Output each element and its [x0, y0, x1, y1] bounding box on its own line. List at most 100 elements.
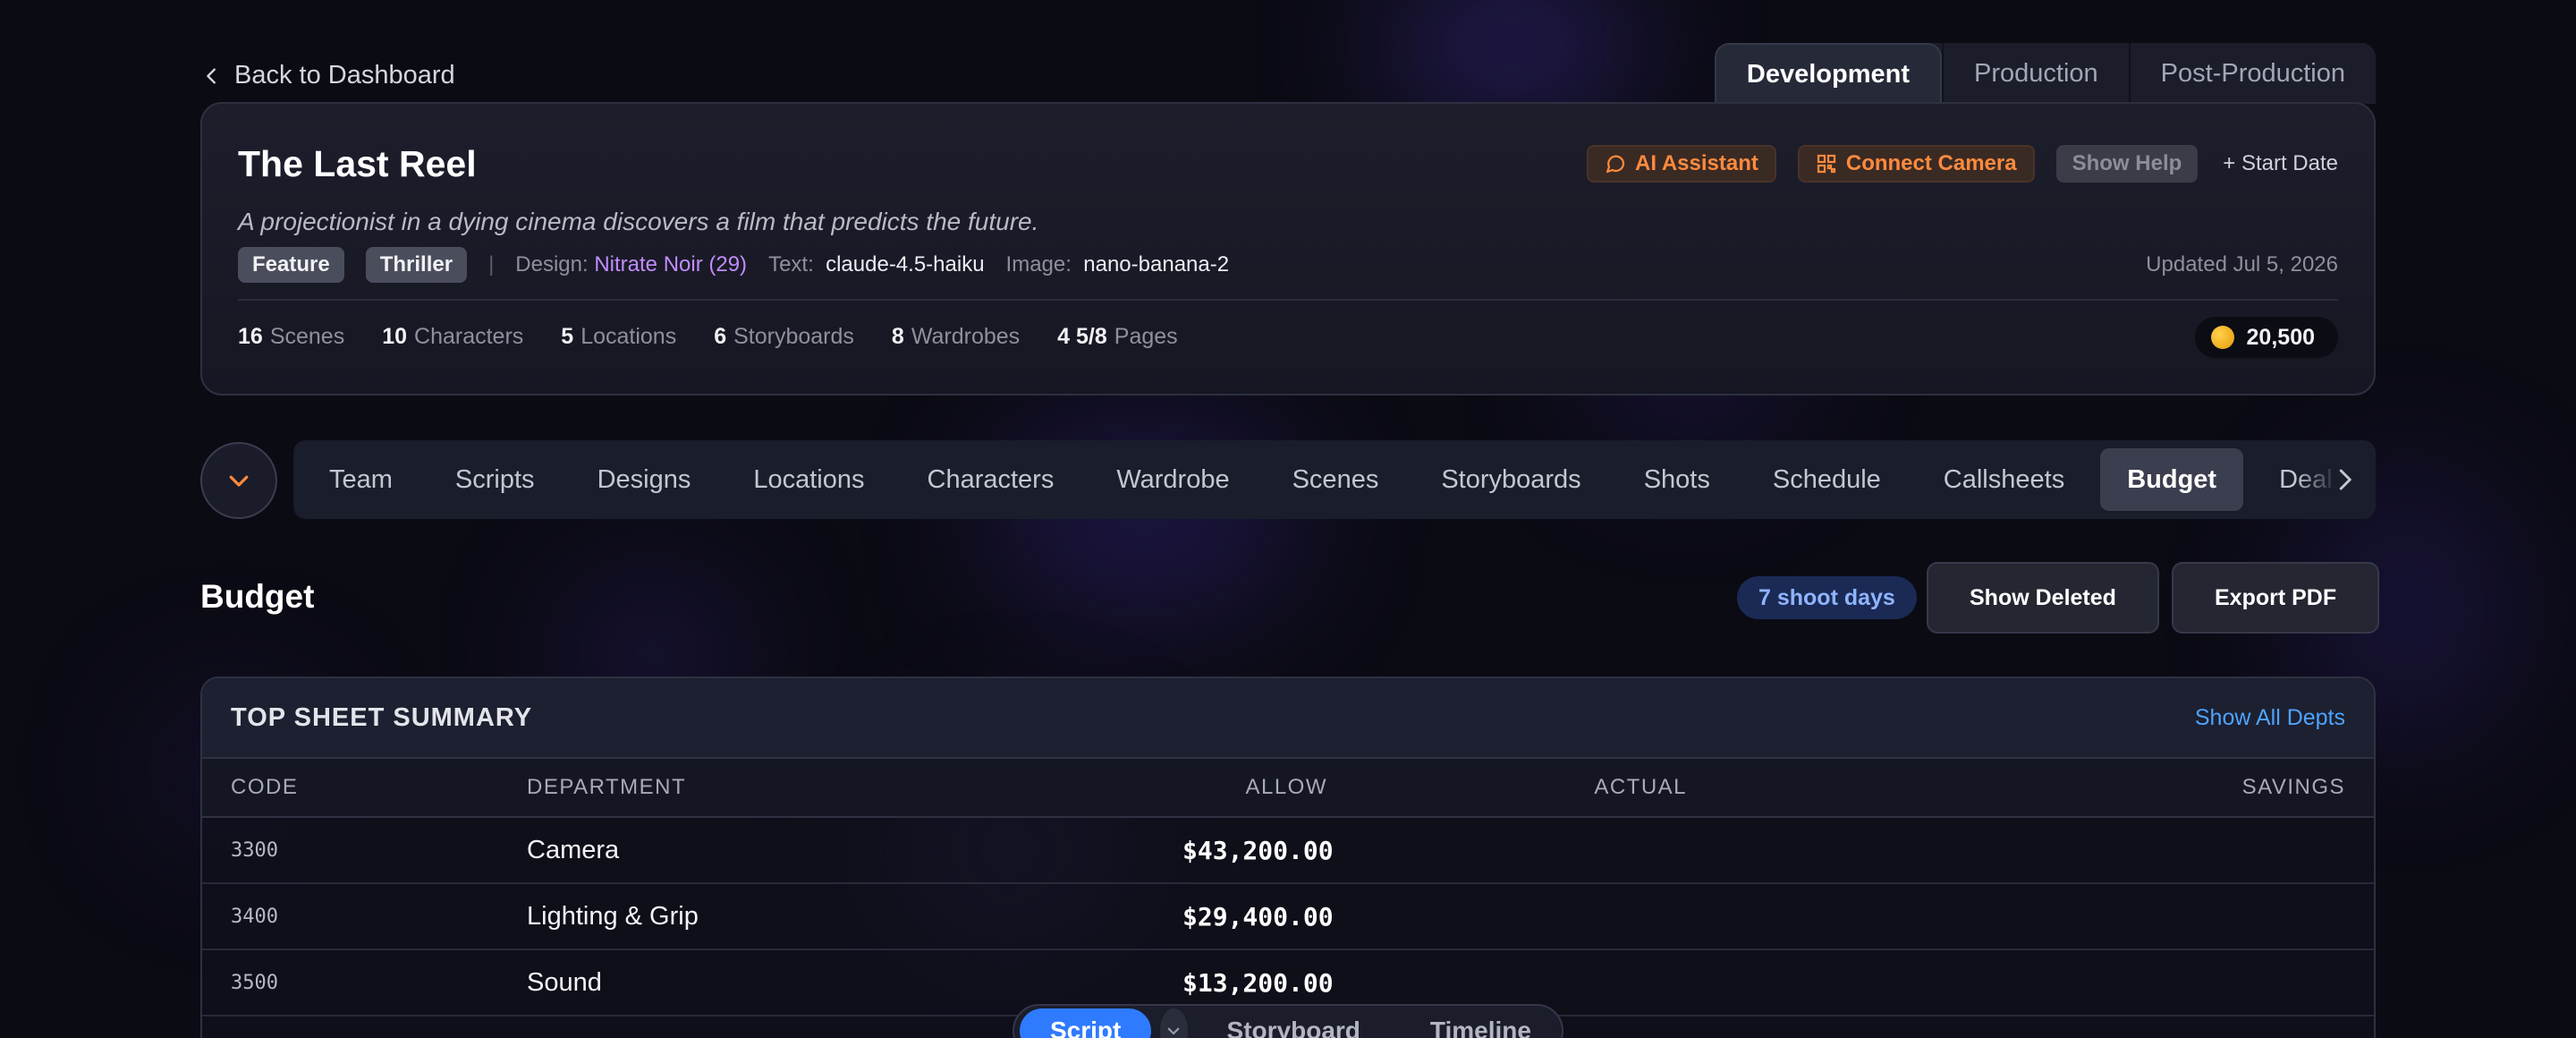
image-model-label: Image: [1005, 252, 1072, 277]
stat-pages-label: Pages [1114, 324, 1178, 349]
view-switcher: Script Storyboard Timeline [1013, 1004, 1563, 1038]
row-code: 3500 [231, 971, 278, 994]
col-code[interactable]: CODE [231, 775, 527, 800]
qr-code-icon [1817, 154, 1835, 174]
design-label: Design: [515, 252, 589, 277]
nav-wardrobe[interactable]: Wardrobe [1089, 448, 1256, 511]
nav-team[interactable]: Team [302, 448, 419, 511]
coin-icon [2210, 326, 2234, 349]
stat-characters-label: Characters [414, 324, 524, 349]
nav-budget[interactable]: Budget [2100, 448, 2244, 511]
project-stats: 16 Scenes 10 Characters 5 Locations 6 Storyb… [238, 324, 1178, 350]
col-department[interactable]: DEPARTMENT [527, 775, 1182, 800]
stat-scenes: 16 Scenes [238, 324, 344, 350]
row-allow: $29,400.00 [1182, 901, 1334, 932]
show-all-depts-link[interactable]: Show All Depts [2195, 705, 2345, 731]
top-sheet-summary: TOP SHEET SUMMARY Show All Depts CODE DE… [200, 676, 2376, 1038]
nav-locations[interactable]: Locations [726, 448, 891, 511]
collapse-nav-button[interactable] [200, 442, 277, 519]
image-model-info: Image: nano-banana-2 [1006, 252, 1230, 277]
stat-locations-value: 5 [561, 324, 574, 349]
tab-post-production[interactable]: Post-Production [2128, 43, 2376, 104]
credits-badge[interactable]: 20,500 [2194, 317, 2338, 358]
nav-storyboards[interactable]: Storyboards [1414, 448, 1607, 511]
start-date-button[interactable]: + Start Date [2223, 151, 2338, 176]
stat-storyboards-label: Storyboards [733, 324, 854, 349]
project-actions: AI Assistant Connect Camera Show Help + … [1587, 145, 2338, 183]
stat-pages: 4 5/8 Pages [1057, 324, 1178, 350]
show-deleted-button[interactable]: Show Deleted [1927, 562, 2159, 634]
row-code: 3300 [231, 838, 278, 862]
updated-date: Updated Jul 5, 2026 [2146, 252, 2338, 277]
chat-bubble-icon [1606, 155, 1625, 174]
stat-locations: 5 Locations [561, 324, 676, 350]
view-script-button[interactable]: Script [1020, 1008, 1152, 1038]
stat-pages-value: 4 5/8 [1057, 324, 1107, 349]
nav-designs[interactable]: Designs [571, 448, 718, 511]
row-allow: $43,200.00 [1182, 835, 1334, 865]
connect-camera-button[interactable]: Connect Camera [1797, 145, 2035, 183]
stat-scenes-label: Scenes [269, 324, 345, 349]
stat-wardrobes-label: Wardrobes [911, 324, 1021, 349]
card-divider [238, 299, 2338, 301]
col-allow[interactable]: ALLOW [1182, 775, 1327, 800]
chevron-right-icon [2339, 469, 2351, 490]
nav-characters[interactable]: Characters [901, 448, 1081, 511]
ai-assistant-label: AI Assistant [1635, 151, 1758, 175]
design-value: Nitrate Noir (29) [594, 252, 748, 277]
stat-storyboards-value: 6 [714, 324, 727, 349]
nav-schedule[interactable]: Schedule [1746, 448, 1908, 511]
table-row[interactable]: 3300 Camera $43,200.00 [202, 818, 2374, 884]
stat-storyboards: 6 Storyboards [714, 324, 854, 350]
text-model-info: Text: claude-4.5-haiku [768, 252, 984, 277]
stat-wardrobes: 8 Wardrobes [892, 324, 1020, 350]
project-meta: Feature Thriller | Design: Nitrate Noir … [238, 247, 2338, 283]
nav-scripts[interactable]: Scripts [428, 448, 562, 511]
chevron-down-icon [1168, 1027, 1180, 1035]
back-to-dashboard-link[interactable]: Back to Dashboard [202, 61, 455, 90]
text-model-label: Text: [768, 252, 814, 277]
row-allow: $13,200.00 [1182, 967, 1334, 998]
ai-assistant-button[interactable]: AI Assistant [1587, 145, 1776, 183]
col-actual[interactable]: ACTUAL [1327, 775, 1687, 800]
project-logline: A projectionist in a dying cinema discov… [238, 208, 1039, 235]
section-nav: Team Scripts Designs Locations Character… [293, 440, 2376, 519]
project-card: The Last Reel AI Assistant Connect Camer… [200, 102, 2376, 396]
genre-tag: Thriller [365, 247, 468, 283]
connect-camera-label: Connect Camera [1845, 151, 2017, 175]
col-savings[interactable]: SAVINGS [1687, 775, 2345, 800]
row-department: Camera [527, 835, 620, 864]
export-pdf-button[interactable]: Export PDF [2172, 562, 2380, 634]
stat-locations-label: Locations [580, 324, 677, 349]
project-title: The Last Reel [238, 143, 477, 184]
stat-characters-value: 10 [382, 324, 408, 349]
nav-scroll-right-button[interactable] [2295, 440, 2376, 519]
design-info[interactable]: Design: Nitrate Noir (29) [515, 252, 747, 277]
view-dropdown-button[interactable] [1160, 1008, 1188, 1038]
tab-production[interactable]: Production [1942, 43, 2129, 104]
view-timeline-button[interactable]: Timeline [1400, 1008, 1562, 1038]
page-title: Budget [200, 578, 315, 615]
nav-callsheets[interactable]: Callsheets [1917, 448, 2091, 511]
row-code: 3400 [231, 905, 278, 928]
back-link-label: Back to Dashboard [234, 61, 455, 89]
text-model-value: claude-4.5-haiku [826, 252, 985, 277]
stage-tabs: Development Production Post-Production [1714, 43, 2376, 104]
credits-value: 20,500 [2246, 324, 2315, 350]
row-department: Sound [527, 967, 602, 997]
nav-scenes[interactable]: Scenes [1266, 448, 1406, 511]
meta-separator: | [488, 252, 495, 277]
shoot-days-badge: 7 shoot days [1737, 576, 1917, 619]
chevron-left-icon [207, 67, 216, 84]
row-department: Lighting & Grip [527, 901, 699, 931]
chevron-down-icon [229, 475, 249, 487]
show-help-button[interactable]: Show Help [2055, 145, 2199, 183]
stat-characters: 10 Characters [382, 324, 523, 350]
summary-header: TOP SHEET SUMMARY Show All Depts [202, 678, 2374, 759]
stat-scenes-value: 16 [238, 324, 263, 349]
nav-shots[interactable]: Shots [1617, 448, 1737, 511]
image-model-value: nano-banana-2 [1083, 252, 1230, 277]
table-row[interactable]: 3400 Lighting & Grip $29,400.00 [202, 884, 2374, 950]
tab-development[interactable]: Development [1714, 43, 1943, 104]
view-storyboard-button[interactable]: Storyboard [1197, 1008, 1391, 1038]
